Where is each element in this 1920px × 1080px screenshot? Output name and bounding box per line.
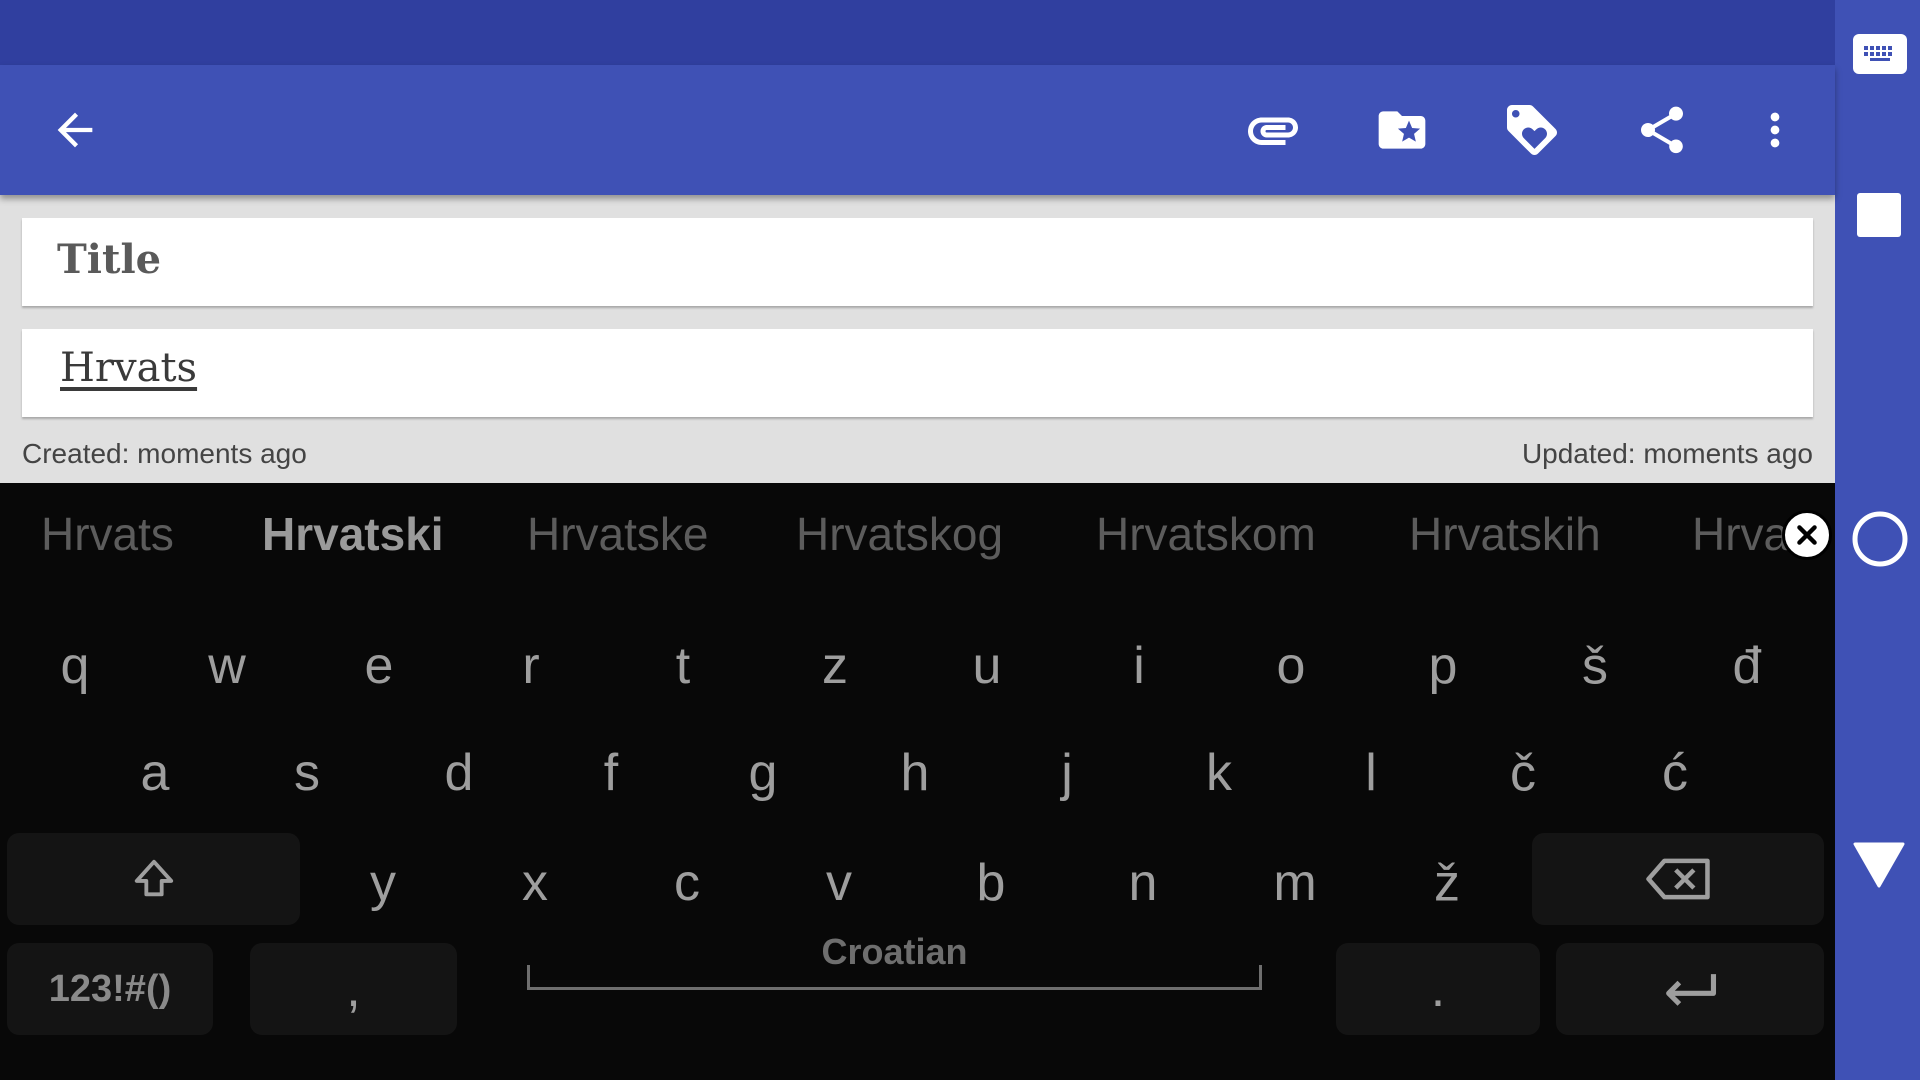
suggestion[interactable]: Hrva: [1692, 507, 1789, 561]
key[interactable]: c: [627, 833, 747, 933]
key[interactable]: e: [319, 616, 439, 716]
home-circle-icon[interactable]: [1851, 510, 1909, 568]
navigation-bar: [1835, 0, 1920, 1080]
key[interactable]: f: [551, 723, 671, 823]
key[interactable]: k: [1159, 723, 1279, 823]
key[interactable]: j: [1007, 723, 1127, 823]
suggestion-strip: Hrvats Hrvatski Hrvatske Hrvatskog Hrvat…: [0, 483, 1835, 589]
key[interactable]: đ: [1687, 616, 1807, 716]
shift-key[interactable]: [7, 833, 300, 925]
keyboard-icon[interactable]: [1853, 34, 1907, 74]
suggestion[interactable]: Hrvatskom: [1096, 507, 1316, 561]
key[interactable]: š: [1535, 616, 1655, 716]
note-body-text: Hrvats: [60, 345, 198, 391]
comma-key[interactable]: ,: [250, 943, 457, 1035]
suggestion[interactable]: Hrvatske: [527, 507, 708, 561]
tag-heart-icon[interactable]: [1497, 95, 1567, 165]
close-suggestions-icon[interactable]: [1782, 510, 1832, 560]
key[interactable]: v: [779, 833, 899, 933]
suggestion[interactable]: Hrvats: [41, 507, 174, 561]
key[interactable]: b: [931, 833, 1051, 933]
back-triangle-icon[interactable]: [1853, 842, 1905, 888]
backspace-key[interactable]: [1532, 833, 1824, 925]
key[interactable]: o: [1231, 616, 1351, 716]
title-placeholder: Title: [57, 236, 162, 283]
key[interactable]: č: [1463, 723, 1583, 823]
key[interactable]: ć: [1615, 723, 1735, 823]
key[interactable]: h: [855, 723, 975, 823]
paperclip-icon[interactable]: [1238, 95, 1308, 165]
space-key[interactable]: Croatian: [487, 931, 1302, 1041]
more-vert-icon[interactable]: [1740, 95, 1810, 165]
folder-star-icon[interactable]: [1367, 95, 1437, 165]
key[interactable]: n: [1083, 833, 1203, 933]
updated-label: Updated: moments ago: [1521, 438, 1813, 469]
suggestion[interactable]: Hrvatskih: [1409, 507, 1601, 561]
status-bar: [0, 0, 1835, 65]
enter-key[interactable]: [1556, 943, 1824, 1035]
period-key[interactable]: .: [1336, 943, 1540, 1035]
space-bar-glyph: [527, 965, 1262, 990]
key[interactable]: u: [927, 616, 1047, 716]
key[interactable]: d: [399, 723, 519, 823]
back-arrow-icon[interactable]: [40, 95, 110, 165]
share-icon[interactable]: [1627, 95, 1697, 165]
key[interactable]: z: [775, 616, 895, 716]
app-bar: [0, 65, 1835, 195]
key[interactable]: g: [703, 723, 823, 823]
suggestion-primary[interactable]: Hrvatski: [262, 507, 444, 561]
key[interactable]: m: [1235, 833, 1355, 933]
created-label: Created: moments ago: [22, 438, 307, 469]
soft-keyboard: Hrvats Hrvatski Hrvatske Hrvatskog Hrvat…: [0, 483, 1835, 1080]
key[interactable]: l: [1311, 723, 1431, 823]
note-body-field[interactable]: Hrvats: [22, 329, 1813, 417]
key[interactable]: y: [323, 833, 443, 933]
key[interactable]: i: [1079, 616, 1199, 716]
key[interactable]: p: [1383, 616, 1503, 716]
key[interactable]: s: [247, 723, 367, 823]
note-editor: Title Hrvats Created: moments ago Update…: [0, 195, 1835, 483]
key[interactable]: ž: [1387, 833, 1507, 933]
symbols-key[interactable]: 123!#(): [7, 943, 213, 1035]
suggestion[interactable]: Hrvatskog: [796, 507, 1003, 561]
key[interactable]: q: [15, 616, 135, 716]
key[interactable]: a: [95, 723, 215, 823]
title-field[interactable]: Title: [22, 218, 1813, 306]
key[interactable]: x: [475, 833, 595, 933]
key[interactable]: t: [623, 616, 743, 716]
recents-square-icon[interactable]: [1857, 193, 1901, 237]
key[interactable]: r: [471, 616, 591, 716]
key[interactable]: w: [167, 616, 287, 716]
